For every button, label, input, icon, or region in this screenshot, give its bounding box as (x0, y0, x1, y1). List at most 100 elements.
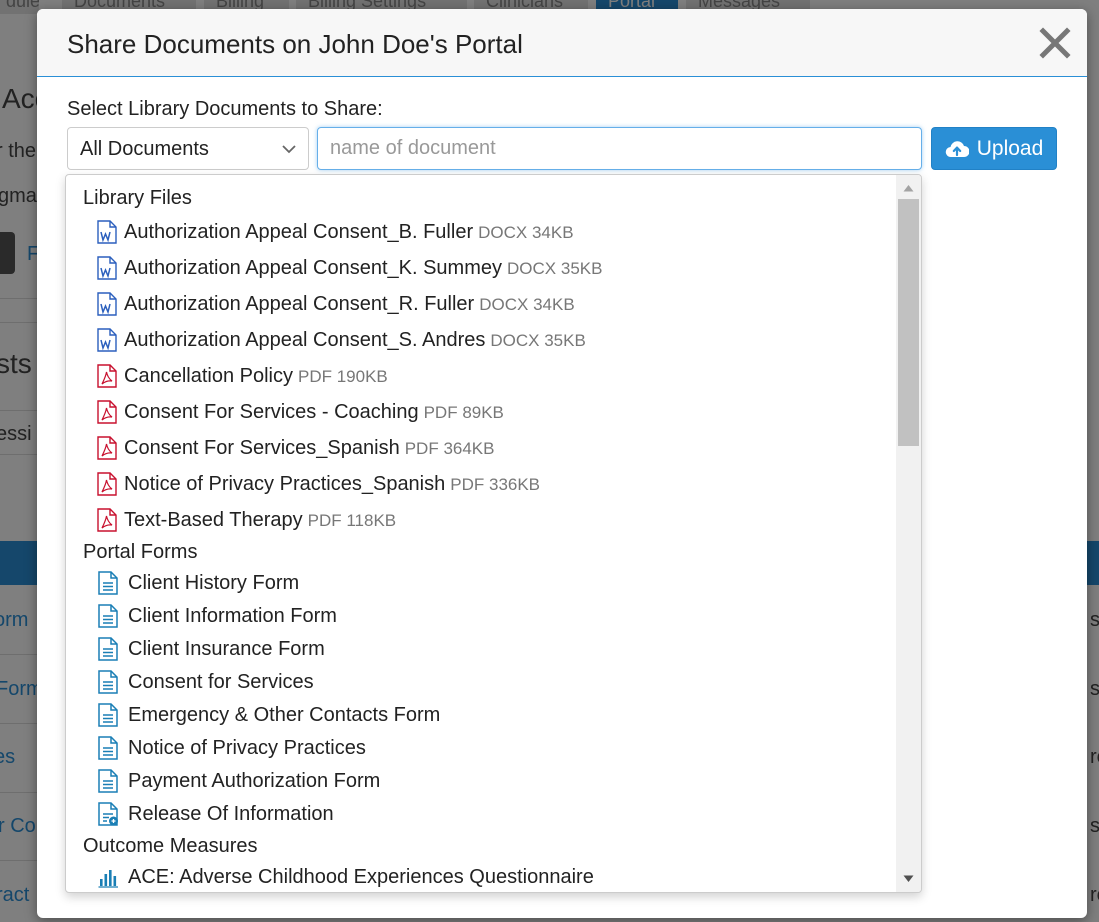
file-type: PDF (423, 403, 458, 422)
word-doc-icon (97, 256, 117, 280)
list-item[interactable]: Release Of Information (66, 797, 896, 830)
list-item-label: Authorization Appeal Consent_S. Andres DO… (124, 329, 586, 352)
form-icon (98, 670, 118, 694)
file-type: PDF (450, 475, 485, 494)
form-name: Client Insurance Form (128, 638, 325, 660)
file-name: Authorization Appeal Consent_S. Andres (124, 329, 486, 351)
chevron-down-icon (282, 145, 296, 154)
file-name: Consent For Services_Spanish (124, 437, 400, 459)
dropdown-scrollbar[interactable] (896, 175, 921, 892)
file-name: Notice of Privacy Practices_Spanish (124, 473, 446, 495)
form-icon (98, 604, 118, 628)
form-icon (98, 703, 118, 727)
form-icon (98, 736, 118, 760)
list-item[interactable]: Consent for Services (66, 665, 896, 698)
list-item[interactable]: Client Insurance Form (66, 632, 896, 665)
list-item[interactable]: Payment Authorization Form (66, 764, 896, 797)
document-search-input[interactable] (318, 128, 921, 169)
word-doc-icon (97, 220, 117, 244)
release-form-icon (98, 802, 118, 826)
file-type: PDF (307, 511, 342, 530)
file-meta: PDF 364KB (405, 439, 495, 458)
list-item[interactable]: Authorization Appeal Consent_R. Fuller DO… (66, 286, 896, 322)
select-documents-label: Select Library Documents to Share: (67, 98, 383, 120)
measure-name: ACE: Adverse Childhood Experiences Quest… (128, 866, 594, 888)
file-size: 89KB (462, 403, 504, 422)
file-size: 35KB (560, 259, 603, 278)
scroll-up-button[interactable] (896, 179, 921, 199)
form-icon (98, 571, 118, 595)
file-meta: DOCX 34KB (478, 223, 573, 242)
pdf-icon (97, 364, 117, 388)
list-item[interactable]: Cancellation Policy PDF 190KB (66, 358, 896, 394)
document-type-select[interactable]: All Documents (67, 127, 309, 170)
list-item-label: Authorization Appeal Consent_K. Summey DO… (124, 257, 602, 280)
file-name: Consent For Services - Coaching (124, 401, 419, 423)
file-type: DOCX (478, 223, 528, 242)
file-type: DOCX (490, 331, 540, 350)
pdf-icon (97, 400, 117, 424)
file-size: 118KB (346, 511, 397, 530)
upload-button[interactable]: Upload (931, 127, 1057, 170)
file-meta: PDF 190KB (298, 367, 388, 386)
modal-header: Share Documents on John Doe's Portal (37, 9, 1087, 77)
file-meta: PDF 336KB (450, 475, 540, 494)
group-header-outcome-measures: Outcome Measures (83, 835, 258, 857)
file-meta: DOCX 35KB (490, 331, 585, 350)
list-item[interactable]: Client History Form (66, 566, 896, 599)
word-doc-icon (97, 328, 117, 352)
list-item[interactable]: Client Information Form (66, 599, 896, 632)
list-item-label: Text-Based Therapy PDF 118KB (124, 509, 396, 532)
document-search-field[interactable] (317, 127, 922, 170)
document-dropdown: Library Files Authorization Appeal Conse… (65, 174, 922, 893)
form-name: Emergency & Other Contacts Form (128, 704, 441, 726)
list-item[interactable]: Notice of Privacy Practices (66, 731, 896, 764)
share-documents-modal: Share Documents on John Doe's Portal Sel… (37, 9, 1087, 918)
list-item[interactable]: Authorization Appeal Consent_B. Fuller DO… (66, 214, 896, 250)
list-item[interactable]: Consent For Services - Coaching PDF 89KB (66, 394, 896, 430)
pdf-icon (97, 472, 117, 496)
scroll-down-button[interactable] (896, 870, 921, 890)
form-name: Notice of Privacy Practices (128, 737, 366, 759)
list-item-label: Cancellation Policy PDF 190KB (124, 365, 388, 388)
form-name: Client History Form (128, 572, 300, 594)
list-item[interactable]: Authorization Appeal Consent_S. Andres DO… (66, 322, 896, 358)
file-size: 35KB (544, 331, 586, 350)
upload-button-label: Upload (976, 136, 1044, 160)
scroll-up-arrow-icon (903, 185, 914, 192)
form-icon (98, 637, 118, 661)
bar-chart-icon (98, 870, 118, 888)
file-type: DOCX (479, 295, 529, 314)
list-item-label: Consent For Services_Spanish PDF 364KB (124, 437, 494, 460)
scrollbar-thumb[interactable] (898, 199, 919, 446)
file-size: 336KB (488, 475, 541, 494)
document-type-selected: All Documents (80, 138, 209, 160)
file-meta: DOCX 35KB (507, 259, 602, 278)
file-name: Authorization Appeal Consent_R. Fuller (124, 293, 475, 315)
list-item[interactable]: Authorization Appeal Consent_K. Summey DO… (66, 250, 896, 286)
group-header-library-files: Library Files (83, 187, 192, 209)
group-header-portal-forms: Portal Forms (83, 541, 198, 563)
file-name: Authorization Appeal Consent_B. Fuller (124, 221, 474, 243)
form-name: Consent for Services (128, 671, 314, 693)
file-name: Authorization Appeal Consent_K. Summey (124, 257, 502, 279)
file-size: 34KB (531, 223, 574, 242)
scroll-down-arrow-icon (903, 875, 914, 882)
file-type: DOCX (507, 259, 557, 278)
list-item[interactable]: Notice of Privacy Practices_Spanish PDF 3… (66, 466, 896, 502)
file-meta: PDF 118KB (308, 511, 397, 530)
list-item[interactable]: Consent For Services_Spanish PDF 364KB (66, 430, 896, 466)
list-item-label: Consent For Services - Coaching PDF 89KB (124, 401, 504, 424)
file-type: PDF (404, 439, 439, 458)
list-item[interactable]: ACE: Adverse Childhood Experiences Quest… (66, 860, 896, 892)
form-name: Release Of Information (128, 803, 334, 825)
form-name: Client Information Form (128, 605, 337, 627)
form-name: Payment Authorization Form (128, 770, 381, 792)
list-item-label: Notice of Privacy Practices_Spanish PDF 3… (124, 473, 540, 496)
list-item-label: Authorization Appeal Consent_R. Fuller DO… (124, 293, 575, 316)
file-size: 364KB (443, 439, 495, 458)
list-item[interactable]: Text-Based Therapy PDF 118KB (66, 502, 896, 538)
close-button[interactable] (1035, 23, 1075, 63)
modal-title: Share Documents on John Doe's Portal (67, 29, 523, 59)
list-item[interactable]: Emergency & Other Contacts Form (66, 698, 896, 731)
